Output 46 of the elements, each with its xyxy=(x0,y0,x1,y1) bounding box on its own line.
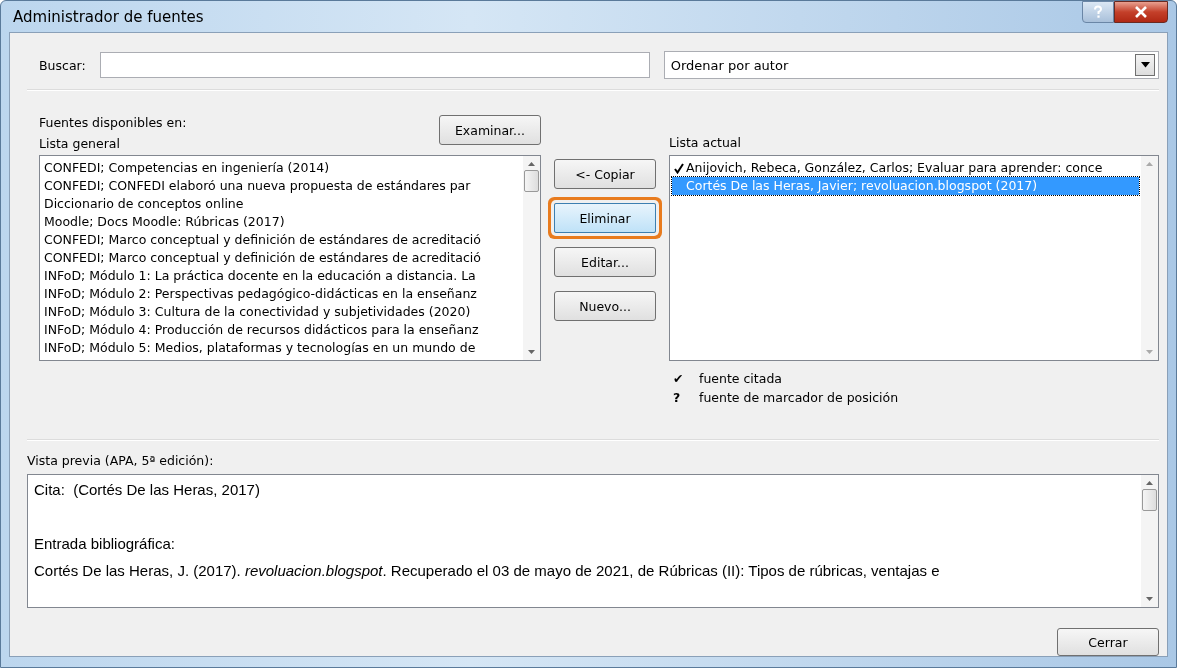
scroll-up-arrow-icon[interactable] xyxy=(1146,481,1153,485)
search-field[interactable] xyxy=(99,52,650,78)
source-item[interactable]: INFoD; Módulo 4: Producción de recursos didácticos para la enseñanz xyxy=(44,321,519,339)
source-item[interactable]: CONFEDI; Marco conceptual y definición de estándares de acreditació xyxy=(44,231,519,249)
help-button[interactable] xyxy=(1082,1,1114,23)
preview-text: Entrada bibliográfica: xyxy=(34,535,176,554)
action-button[interactable]: Editar... xyxy=(554,247,656,277)
close-dialog-button[interactable]: Cerrar xyxy=(1057,628,1159,656)
window-title: Administrador de fuentes xyxy=(13,7,204,26)
scrollbar[interactable] xyxy=(1141,475,1158,607)
scroll-down-arrow-icon[interactable] xyxy=(528,350,535,354)
preview-text: Cita: (Cortés De las Heras, 2017) xyxy=(34,481,261,500)
close-button[interactable] xyxy=(1114,1,1168,23)
scrollbar-thumb[interactable] xyxy=(1142,489,1157,511)
list-label: Lista general xyxy=(39,136,121,151)
source-item[interactable]: Diccionario de conceptos online xyxy=(44,195,519,213)
sources-label: Fuentes disponibles en: xyxy=(39,115,187,130)
legend-symbol: ? xyxy=(673,390,682,405)
dropdown-arrow-icon xyxy=(1140,62,1150,68)
preview-text: Cortés De las Heras, J. (2017). revoluacion.blogspot. Recuperado el 03 de mayo de 2021, de Rúbricas (II): Tipos de rúbricas, ventajas e xyxy=(34,562,941,581)
scrollbar-thumb[interactable] xyxy=(524,170,539,192)
browse-button[interactable]: Examinar... xyxy=(439,115,541,145)
source-item[interactable]: INFoD; Módulo 1: La práctica docente en la educación a distancia. La xyxy=(44,267,519,285)
source-item[interactable]: Anijovich, Rebeca, González, Carlos; Evaluar para aprender: conce xyxy=(672,159,1139,177)
legend-text: fuente citada xyxy=(699,371,782,386)
help-icon xyxy=(1092,5,1104,19)
source-item[interactable]: CONFEDI; CONFEDI elaboró una nueva propuesta de estándares par xyxy=(44,177,519,195)
action-button[interactable]: Nuevo... xyxy=(554,291,656,321)
scrollbar[interactable] xyxy=(523,156,540,360)
search-label: Buscar: xyxy=(39,57,86,73)
check-icon xyxy=(674,162,684,174)
close-icon xyxy=(1134,6,1148,18)
legend-symbol: ✔ xyxy=(673,371,683,386)
sort-dropdown[interactable]: Ordenar por autor xyxy=(663,51,1159,79)
source-item[interactable]: INFoD; Módulo 2: Perspectivas pedagógico-didácticas en la enseñanz xyxy=(44,285,519,303)
source-item[interactable]: CONFEDI; Competencias en ingeniería (2014) xyxy=(44,159,519,177)
preview-label: Vista previa (APA, 5ª edición): xyxy=(27,453,215,468)
scroll-up-arrow-icon[interactable] xyxy=(528,162,535,166)
source-item[interactable]: INFoD; Módulo 5: Medios, plataformas y tecnologías en un mundo de xyxy=(44,339,519,357)
legend-text: fuente de marcador de posición xyxy=(699,390,899,405)
scroll-down-arrow-icon[interactable] xyxy=(1146,597,1153,601)
list-label: Lista actual xyxy=(669,135,742,152)
source-item[interactable]: INFoD; Módulo 3: Cultura de la conectividad y subjetividades (2020) xyxy=(44,303,519,321)
source-item[interactable]: CONFEDI; Marco conceptual y definición de estándares de acreditació xyxy=(44,249,519,267)
action-button[interactable]: <- Copiar xyxy=(554,159,656,189)
source-item[interactable]: Moodle; Docs Moodle: Rúbricas (2017) xyxy=(44,213,519,231)
